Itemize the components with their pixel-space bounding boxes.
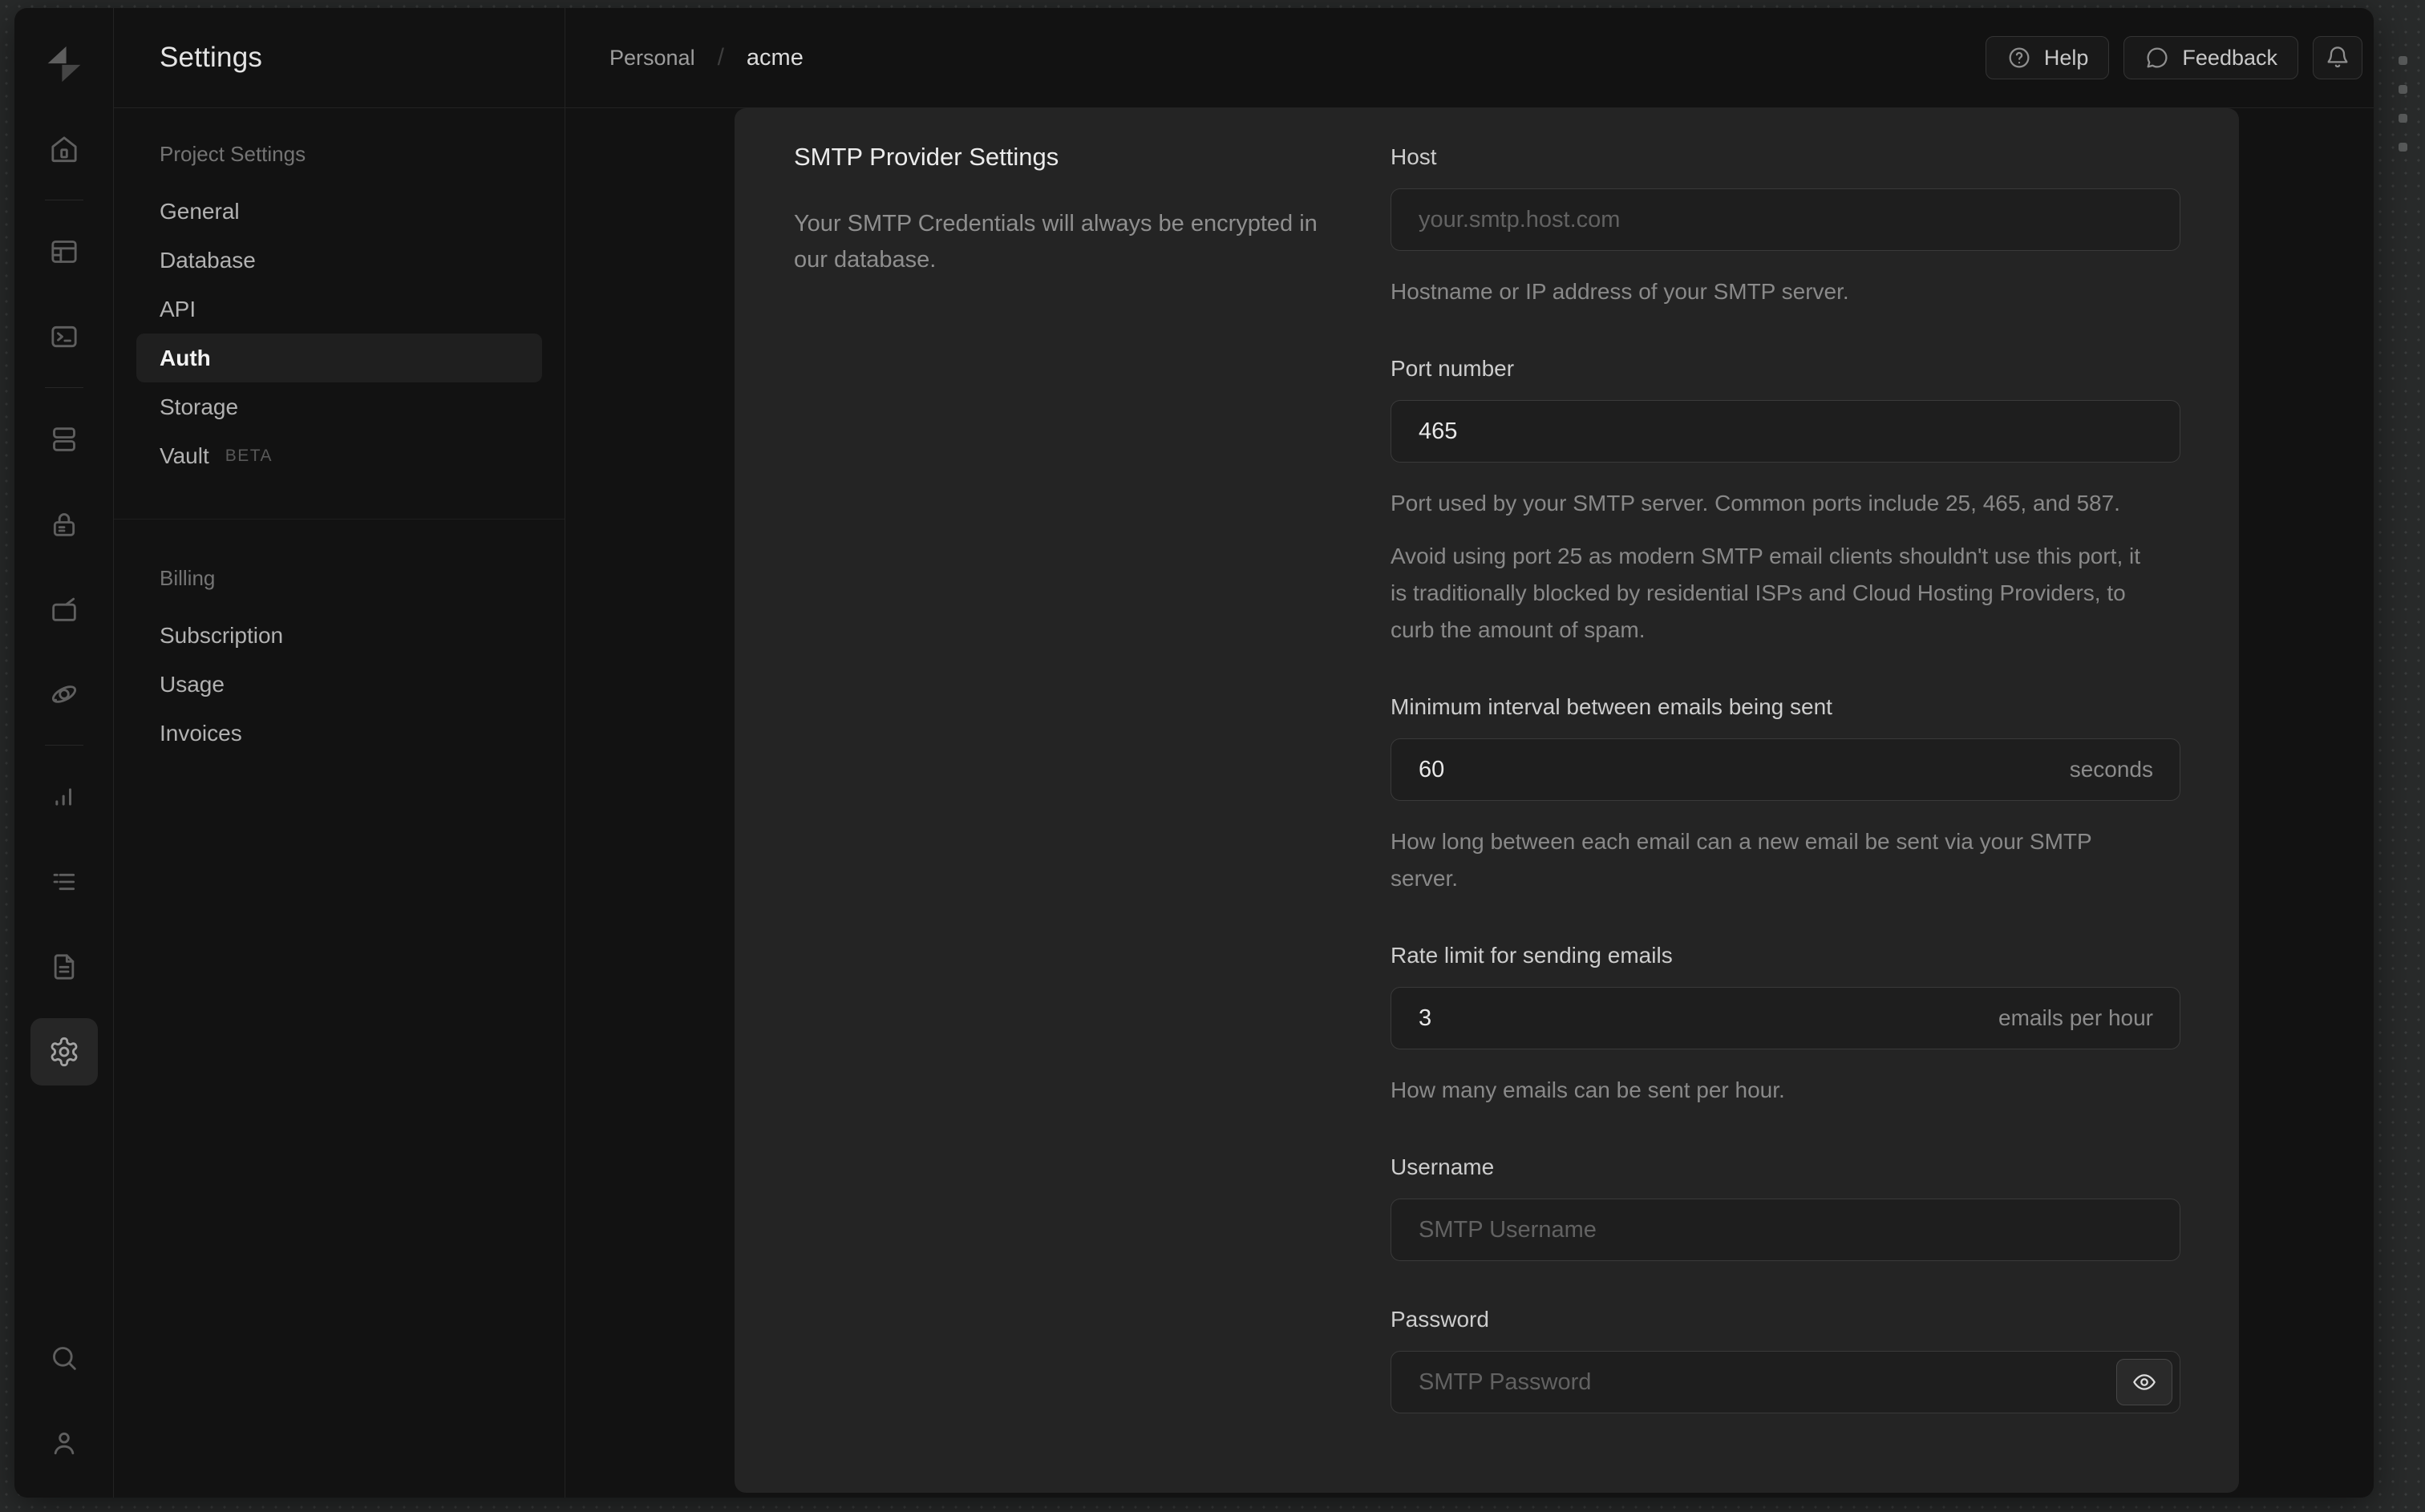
password-input[interactable] [1391, 1351, 2180, 1413]
host-help-text: Hostname or IP address of your SMTP serv… [1391, 279, 1849, 304]
desktop: { "app": { "nav_title": "Settings", "bre… [0, 0, 2425, 1512]
breadcrumb-separator: / [717, 44, 724, 71]
feedback-button[interactable]: Feedback [2123, 36, 2298, 79]
logs-icon[interactable] [30, 848, 98, 916]
rail-divider [44, 387, 83, 388]
password-label: Password [1391, 1307, 1489, 1332]
content-area: SMTP Provider Settings Your SMTP Credent… [565, 108, 2374, 1498]
toggle-password-visibility-button[interactable] [2116, 1359, 2172, 1405]
main-area: Personal / acme Help Feedback SMTP Provi… [565, 8, 2374, 1498]
supabase-logo[interactable] [30, 30, 98, 98]
help-button[interactable]: Help [1985, 36, 2110, 79]
port-help-text: Port used by your SMTP server. Common po… [1391, 491, 2120, 515]
database-icon[interactable] [30, 406, 98, 473]
sidebar-item-storage[interactable]: Storage [136, 382, 542, 431]
bell-icon [2327, 46, 2348, 68]
rate-limit-input[interactable] [1391, 987, 2180, 1049]
smtp-settings-panel: SMTP Provider Settings Your SMTP Credent… [735, 108, 2239, 1493]
sidebar-item-invoices[interactable]: Invoices [136, 709, 542, 758]
section-title: SMTP Provider Settings [794, 143, 1059, 171]
host-input[interactable] [1391, 188, 2180, 251]
rail-divider [44, 745, 83, 746]
host-label: Host [1391, 144, 1437, 169]
icon-rail [14, 8, 114, 1498]
port-field-group: Port number Port used by your SMTP serve… [1391, 355, 2180, 649]
interval-input[interactable] [1391, 738, 2180, 801]
edge-functions-icon[interactable] [30, 661, 98, 728]
feedback-bubble-icon [2147, 47, 2168, 68]
port-label: Port number [1391, 356, 1515, 381]
username-label: Username [1391, 1154, 1495, 1179]
breadcrumb-org[interactable]: Personal [609, 46, 695, 71]
rate-limit-help-text: How many emails can be sent per hour. [1391, 1077, 1785, 1102]
home-icon[interactable] [30, 115, 98, 183]
notifications-button[interactable] [2313, 36, 2362, 79]
rate-limit-label: Rate limit for sending emails [1391, 943, 1673, 968]
account-icon[interactable] [30, 1409, 98, 1477]
username-field-group: Username [1391, 1154, 2180, 1261]
table-editor-icon[interactable] [30, 218, 98, 285]
beta-badge: BETA [225, 446, 273, 465]
auth-lock-icon[interactable] [30, 491, 98, 558]
help-circle-icon [2009, 47, 2030, 68]
sql-editor-icon[interactable] [30, 303, 98, 370]
project-settings-gear-icon[interactable] [30, 1018, 98, 1085]
breadcrumb: Personal / acme [609, 44, 804, 71]
interval-help-text: How long between each email can a new em… [1391, 829, 2092, 891]
reports-icon[interactable] [30, 763, 98, 831]
rate-limit-field-group: Rate limit for sending emails emails per… [1391, 942, 2180, 1109]
sidebar-title: Settings [114, 8, 565, 108]
breadcrumb-project[interactable]: acme [747, 45, 804, 71]
section-description: Your SMTP Credentials will always be enc… [794, 211, 1318, 273]
docs-icon[interactable] [30, 933, 98, 1001]
sidebar-item-subscription[interactable]: Subscription [136, 611, 542, 660]
topbar: Personal / acme Help Feedback [565, 8, 2374, 108]
interval-label: Minimum interval between emails being se… [1391, 694, 1832, 719]
username-input[interactable] [1391, 1199, 2180, 1261]
port-input[interactable] [1391, 400, 2180, 463]
sidebar-item-usage[interactable]: Usage [136, 660, 542, 709]
scrollbar-dots [2399, 56, 2407, 152]
smtp-form: Host Hostname or IP address of your SMTP… [1391, 144, 2180, 1458]
nav-section-billing: Billing [160, 566, 216, 590]
storage-icon[interactable] [30, 576, 98, 643]
sidebar-item-database[interactable]: Database [136, 236, 542, 285]
interval-field-group: Minimum interval between emails being se… [1391, 693, 2180, 897]
sidebar-item-vault[interactable]: Vault BETA [136, 431, 542, 480]
password-field-group: Password [1391, 1306, 2180, 1413]
eye-icon [2133, 1374, 2156, 1390]
settings-sidebar: Settings Project Settings General Databa… [114, 8, 565, 1498]
host-field-group: Host Hostname or IP address of your SMTP… [1391, 144, 2180, 310]
search-icon[interactable] [30, 1324, 98, 1392]
section-header: SMTP Provider Settings Your SMTP Credent… [794, 144, 1391, 1458]
port-note-text: Avoid using port 25 as modern SMTP email… [1391, 544, 2141, 642]
app-window: Settings Project Settings General Databa… [14, 8, 2374, 1498]
nav-section-project-settings: Project Settings [160, 142, 306, 166]
sidebar-item-auth[interactable]: Auth [136, 334, 542, 382]
sidebar-item-general[interactable]: General [136, 187, 542, 236]
sidebar-item-api[interactable]: API [136, 285, 542, 334]
